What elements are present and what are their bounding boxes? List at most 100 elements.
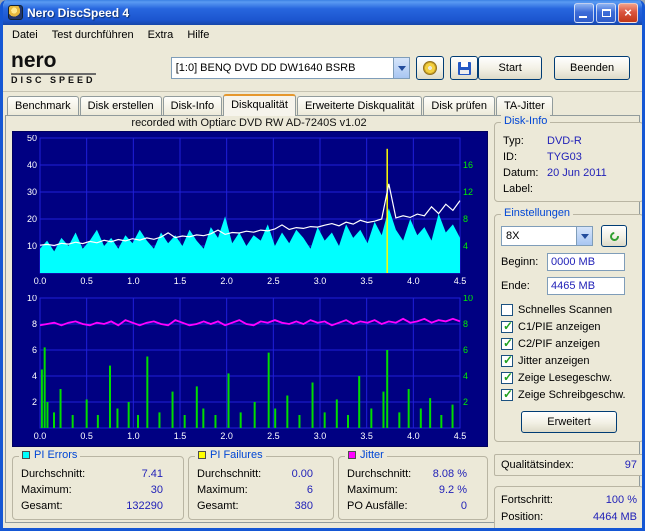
discspeed-logo-text: DISC SPEED: [11, 72, 96, 85]
sidebar: Disk-Info Typ: DVD-R ID: TYG03 Datum: 20 Ju…: [494, 115, 642, 528]
jitter-color-swatch: [348, 451, 356, 459]
svg-text:1.0: 1.0: [127, 431, 140, 441]
svg-text:10: 10: [27, 241, 37, 251]
menu-datei[interactable]: Datei: [5, 27, 45, 43]
svg-text:8: 8: [32, 319, 37, 329]
svg-text:2.5: 2.5: [267, 431, 280, 441]
speed-label: Geschwindigkeit:: [501, 526, 584, 528]
start-button[interactable]: Start: [478, 56, 543, 80]
svg-text:4: 4: [463, 241, 468, 251]
svg-text:4: 4: [32, 371, 37, 381]
tab-disk-pruefen[interactable]: Disk prüfen: [423, 96, 496, 115]
svg-text:2: 2: [32, 397, 37, 407]
menu-hilfe[interactable]: Hilfe: [180, 27, 216, 43]
checkbox-label: Zeige Schreibgeschw.: [518, 388, 626, 401]
close-button[interactable]: ×: [618, 2, 638, 23]
end-label: Ende:: [501, 280, 530, 292]
checkbox-label: C2/PIF anzeigen: [518, 337, 600, 350]
svg-text:16: 16: [463, 160, 473, 170]
menu-extra[interactable]: Extra: [141, 27, 181, 43]
stat-label: Gesamt:: [197, 500, 239, 512]
svg-text:1.5: 1.5: [174, 276, 187, 286]
svg-text:3.5: 3.5: [360, 431, 373, 441]
maximize-button[interactable]: [596, 2, 616, 23]
svg-text:50: 50: [27, 135, 37, 143]
checkbox-box[interactable]: [501, 370, 513, 384]
begin-field[interactable]: 0000 MB: [547, 253, 625, 271]
checkbox-box[interactable]: [501, 303, 513, 316]
svg-text:4.5: 4.5: [454, 431, 467, 441]
checkbox-schnelles-scannen[interactable]: Schnelles Scannen: [501, 301, 637, 318]
tab-erweiterte-diskqualitaet[interactable]: Erweiterte Diskqualität: [296, 96, 423, 115]
disk-info-value: TYG03: [547, 151, 582, 163]
tab-disk-info[interactable]: Disk-Info: [162, 96, 223, 115]
tab-benchmark[interactable]: Benchmark: [7, 96, 79, 115]
checkbox-box[interactable]: [501, 336, 513, 350]
progress-value: 100 %: [605, 494, 637, 506]
svg-text:4: 4: [463, 371, 468, 381]
settings-title: Einstellungen: [501, 207, 574, 219]
svg-text:0.0: 0.0: [34, 431, 47, 441]
tab-ta-jitter[interactable]: TA-Jitter: [496, 96, 553, 115]
quit-button[interactable]: Beenden: [554, 56, 630, 80]
checkbox-box[interactable]: [501, 319, 513, 333]
speed-select-value: 8X: [506, 230, 520, 242]
svg-text:2: 2: [463, 397, 468, 407]
position-value: 4464 MB: [592, 511, 637, 523]
checkbox-box[interactable]: [501, 353, 513, 367]
svg-text:12: 12: [463, 187, 473, 197]
save-button[interactable]: [450, 56, 479, 80]
quality-index-panel: Qualitätsindex: 97: [494, 454, 642, 476]
speed-select[interactable]: 8X: [501, 226, 593, 246]
menu-test-durchfuehren[interactable]: Test durchführen: [45, 27, 141, 43]
chart-area: 0.0 0.5 1.0 1.5 2.0 2.5 3.0 3.5 4.0 4.5 10 20 30 40 50…: [12, 131, 488, 447]
chevron-down-icon[interactable]: [393, 58, 410, 78]
svg-text:0.5: 0.5: [80, 276, 93, 286]
svg-text:40: 40: [27, 160, 37, 170]
titlebar[interactable]: Nero DiscSpeed 4 ×: [3, 0, 642, 25]
checkbox-label: Zeige Lesegeschw.: [518, 371, 613, 384]
eject-button[interactable]: [416, 56, 445, 80]
minimize-button[interactable]: [574, 2, 594, 23]
checkbox-c2-pif[interactable]: C2/PIF anzeigen: [501, 335, 637, 352]
advanced-button[interactable]: Erweitert: [521, 411, 617, 433]
refresh-button[interactable]: [601, 225, 627, 247]
checkbox-schreibgeschw[interactable]: Zeige Schreibgeschw.: [501, 386, 637, 403]
chevron-down-icon[interactable]: [576, 227, 592, 245]
jitter-title: Jitter: [360, 449, 384, 461]
checkbox-lesegeschw[interactable]: Zeige Lesegeschw.: [501, 369, 637, 386]
checkbox-box[interactable]: [501, 387, 513, 401]
disk-info-panel: Disk-Info Typ: DVD-R ID: TYG03 Datum: 20 Ju…: [494, 115, 642, 202]
svg-text:20: 20: [27, 214, 37, 224]
checkbox-jitter[interactable]: Jitter anzeigen: [501, 352, 637, 369]
jitter-legend: Jitter: [345, 449, 387, 461]
stat-label: Maximum:: [197, 484, 248, 496]
svg-text:0.0: 0.0: [34, 276, 47, 286]
drive-select[interactable]: [1:0] BENQ DVD DD DW1640 BSRB: [170, 57, 411, 79]
checkbox-c1-pie[interactable]: C1/PIE anzeigen: [501, 318, 637, 335]
stat-value: 0.00: [291, 468, 313, 480]
progress-label: Fortschritt:: [501, 494, 553, 506]
stat-label: Durchschnitt:: [347, 468, 412, 480]
settings-panel: Einstellungen 8X Beginn: 0000 MB Ende: 4…: [494, 207, 642, 442]
checkbox-label: C1/PIE anzeigen: [518, 320, 601, 333]
svg-text:4.0: 4.0: [407, 431, 420, 441]
end-field[interactable]: 4465 MB: [547, 277, 625, 295]
pi-errors-legend: PI Errors: [19, 449, 81, 461]
disk-info-label: Label:: [503, 183, 533, 195]
pi-errors-panel: PI Errors Durchschnitt: 7.41 Maximum: 30 G…: [12, 449, 184, 520]
tab-diskqualitaet[interactable]: Diskqualität: [223, 94, 296, 116]
stat-value: 0: [460, 500, 467, 512]
disk-info-label: Datum:: [503, 167, 539, 179]
svg-text:3.0: 3.0: [314, 276, 327, 286]
svg-text:6: 6: [32, 345, 37, 355]
svg-text:8: 8: [463, 319, 468, 329]
stat-value: 9.2 %: [438, 484, 467, 496]
svg-text:0.5: 0.5: [80, 431, 93, 441]
refresh-icon: [607, 229, 621, 243]
svg-text:2.0: 2.0: [220, 276, 233, 286]
nero-logo-text: nero: [11, 48, 57, 72]
jitter-panel: Jitter Durchschnitt: 8.08 % Maximum: 9.2 %…: [338, 449, 488, 520]
tab-disk-erstellen[interactable]: Disk erstellen: [79, 96, 162, 115]
stat-label: Gesamt:: [21, 500, 63, 512]
